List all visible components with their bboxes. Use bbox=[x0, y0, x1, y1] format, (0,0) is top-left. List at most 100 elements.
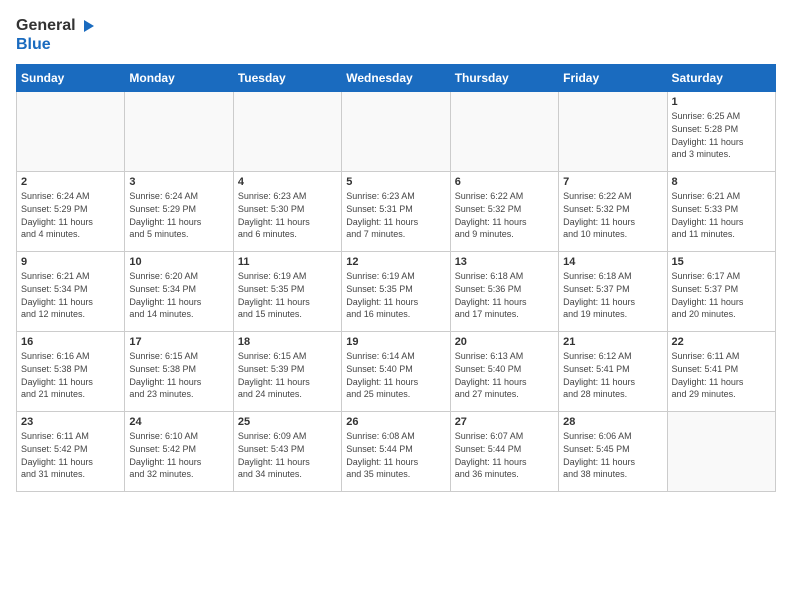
day-number: 2 bbox=[21, 176, 120, 188]
calendar-cell: 16 Sunrise: 6:16 AM Sunset: 5:38 PM Dayli… bbox=[17, 332, 125, 412]
day-header-thursday: Thursday bbox=[450, 65, 558, 92]
calendar-cell: 15Sunrise: 6:17 AM Sunset: 5:37 PM Dayli… bbox=[667, 252, 775, 332]
day-number: 8 bbox=[672, 176, 771, 188]
calendar-cell: 10 Sunrise: 6:20 AM Sunset: 5:34 PM Dayli… bbox=[125, 252, 233, 332]
calendar-cell: 25 Sunrise: 6:09 AM Sunset: 5:43 PM Dayli… bbox=[233, 412, 341, 492]
day-info: Sunrise: 6:14 AM Sunset: 5:40 PM Dayligh… bbox=[346, 350, 445, 400]
calendar-cell: 19 Sunrise: 6:14 AM Sunset: 5:40 PM Dayli… bbox=[342, 332, 450, 412]
day-number: 6 bbox=[455, 176, 554, 188]
day-info: Sunrise: 6:11 AM Sunset: 5:41 PM Dayligh… bbox=[672, 350, 771, 400]
day-number: 23 bbox=[21, 416, 120, 428]
day-info: Sunrise: 6:24 AM Sunset: 5:29 PM Dayligh… bbox=[129, 190, 228, 240]
calendar-cell bbox=[125, 92, 233, 172]
day-number: 14 bbox=[563, 256, 662, 268]
day-number: 13 bbox=[455, 256, 554, 268]
day-number: 24 bbox=[129, 416, 228, 428]
calendar-cell: 7 Sunrise: 6:22 AM Sunset: 5:32 PM Daylig… bbox=[559, 172, 667, 252]
day-info: Sunrise: 6:23 AM Sunset: 5:30 PM Dayligh… bbox=[238, 190, 337, 240]
day-number: 10 bbox=[129, 256, 228, 268]
day-number: 18 bbox=[238, 336, 337, 348]
calendar-cell: 17 Sunrise: 6:15 AM Sunset: 5:38 PM Dayli… bbox=[125, 332, 233, 412]
day-number: 28 bbox=[563, 416, 662, 428]
calendar-cell: 5 Sunrise: 6:23 AM Sunset: 5:31 PM Daylig… bbox=[342, 172, 450, 252]
day-header-tuesday: Tuesday bbox=[233, 65, 341, 92]
calendar-cell bbox=[450, 92, 558, 172]
day-info: Sunrise: 6:21 AM Sunset: 5:33 PM Dayligh… bbox=[672, 190, 771, 240]
day-info: Sunrise: 6:19 AM Sunset: 5:35 PM Dayligh… bbox=[238, 270, 337, 320]
calendar-cell: 23 Sunrise: 6:11 AM Sunset: 5:42 PM Dayli… bbox=[17, 412, 125, 492]
day-info: Sunrise: 6:15 AM Sunset: 5:38 PM Dayligh… bbox=[129, 350, 228, 400]
day-info: Sunrise: 6:18 AM Sunset: 5:36 PM Dayligh… bbox=[455, 270, 554, 320]
day-info: Sunrise: 6:20 AM Sunset: 5:34 PM Dayligh… bbox=[129, 270, 228, 320]
calendar-cell: 4Sunrise: 6:23 AM Sunset: 5:30 PM Daylig… bbox=[233, 172, 341, 252]
calendar-cell: 8 Sunrise: 6:21 AM Sunset: 5:33 PM Daylig… bbox=[667, 172, 775, 252]
day-info: Sunrise: 6:22 AM Sunset: 5:32 PM Dayligh… bbox=[455, 190, 554, 240]
logo-text: General Blue bbox=[16, 16, 96, 54]
day-number: 7 bbox=[563, 176, 662, 188]
day-number: 21 bbox=[563, 336, 662, 348]
calendar-cell: 27 Sunrise: 6:07 AM Sunset: 5:44 PM Dayli… bbox=[450, 412, 558, 492]
day-info: Sunrise: 6:19 AM Sunset: 5:35 PM Dayligh… bbox=[346, 270, 445, 320]
calendar-cell: 22 Sunrise: 6:11 AM Sunset: 5:41 PM Dayli… bbox=[667, 332, 775, 412]
day-header-wednesday: Wednesday bbox=[342, 65, 450, 92]
day-number: 16 bbox=[21, 336, 120, 348]
day-info: Sunrise: 6:07 AM Sunset: 5:44 PM Dayligh… bbox=[455, 430, 554, 480]
day-number: 27 bbox=[455, 416, 554, 428]
day-number: 1 bbox=[672, 96, 771, 108]
day-number: 25 bbox=[238, 416, 337, 428]
calendar-cell bbox=[559, 92, 667, 172]
day-info: Sunrise: 6:11 AM Sunset: 5:42 PM Dayligh… bbox=[21, 430, 120, 480]
logo-arrow-icon bbox=[78, 17, 96, 35]
day-number: 17 bbox=[129, 336, 228, 348]
day-number: 9 bbox=[21, 256, 120, 268]
calendar-week-row: 23 Sunrise: 6:11 AM Sunset: 5:42 PM Dayli… bbox=[17, 412, 776, 492]
day-number: 3 bbox=[129, 176, 228, 188]
page-header: General Blue bbox=[16, 16, 776, 54]
day-number: 19 bbox=[346, 336, 445, 348]
calendar-cell: 24 Sunrise: 6:10 AM Sunset: 5:42 PM Dayli… bbox=[125, 412, 233, 492]
day-header-monday: Monday bbox=[125, 65, 233, 92]
calendar-table: SundayMondayTuesdayWednesdayThursdayFrid… bbox=[16, 64, 776, 492]
calendar-cell bbox=[667, 412, 775, 492]
calendar-cell: 18 Sunrise: 6:15 AM Sunset: 5:39 PM Dayli… bbox=[233, 332, 341, 412]
calendar-cell: 14 Sunrise: 6:18 AM Sunset: 5:37 PM Dayli… bbox=[559, 252, 667, 332]
day-info: Sunrise: 6:09 AM Sunset: 5:43 PM Dayligh… bbox=[238, 430, 337, 480]
calendar-cell bbox=[17, 92, 125, 172]
calendar-cell: 11 Sunrise: 6:19 AM Sunset: 5:35 PM Dayli… bbox=[233, 252, 341, 332]
day-header-sunday: Sunday bbox=[17, 65, 125, 92]
calendar-cell: 3 Sunrise: 6:24 AM Sunset: 5:29 PM Daylig… bbox=[125, 172, 233, 252]
calendar-cell: 2 Sunrise: 6:24 AM Sunset: 5:29 PM Daylig… bbox=[17, 172, 125, 252]
calendar-cell: 6 Sunrise: 6:22 AM Sunset: 5:32 PM Daylig… bbox=[450, 172, 558, 252]
day-info: Sunrise: 6:16 AM Sunset: 5:38 PM Dayligh… bbox=[21, 350, 120, 400]
day-info: Sunrise: 6:12 AM Sunset: 5:41 PM Dayligh… bbox=[563, 350, 662, 400]
day-info: Sunrise: 6:13 AM Sunset: 5:40 PM Dayligh… bbox=[455, 350, 554, 400]
day-info: Sunrise: 6:22 AM Sunset: 5:32 PM Dayligh… bbox=[563, 190, 662, 240]
calendar-header-row: SundayMondayTuesdayWednesdayThursdayFrid… bbox=[17, 65, 776, 92]
calendar-cell: 26 Sunrise: 6:08 AM Sunset: 5:44 PM Dayli… bbox=[342, 412, 450, 492]
day-number: 22 bbox=[672, 336, 771, 348]
calendar-cell bbox=[342, 92, 450, 172]
day-header-saturday: Saturday bbox=[667, 65, 775, 92]
calendar-week-row: 1 Sunrise: 6:25 AM Sunset: 5:28 PM Daylig… bbox=[17, 92, 776, 172]
day-info: Sunrise: 6:18 AM Sunset: 5:37 PM Dayligh… bbox=[563, 270, 662, 320]
day-info: Sunrise: 6:24 AM Sunset: 5:29 PM Dayligh… bbox=[21, 190, 120, 240]
day-info: Sunrise: 6:15 AM Sunset: 5:39 PM Dayligh… bbox=[238, 350, 337, 400]
day-header-friday: Friday bbox=[559, 65, 667, 92]
day-number: 12 bbox=[346, 256, 445, 268]
logo: General Blue bbox=[16, 16, 96, 54]
day-info: Sunrise: 6:06 AM Sunset: 5:45 PM Dayligh… bbox=[563, 430, 662, 480]
calendar-cell: 9Sunrise: 6:21 AM Sunset: 5:34 PM Daylig… bbox=[17, 252, 125, 332]
day-number: 26 bbox=[346, 416, 445, 428]
calendar-week-row: 16 Sunrise: 6:16 AM Sunset: 5:38 PM Dayli… bbox=[17, 332, 776, 412]
calendar-cell: 12 Sunrise: 6:19 AM Sunset: 5:35 PM Dayli… bbox=[342, 252, 450, 332]
calendar-cell: 28 Sunrise: 6:06 AM Sunset: 5:45 PM Dayli… bbox=[559, 412, 667, 492]
day-info: Sunrise: 6:10 AM Sunset: 5:42 PM Dayligh… bbox=[129, 430, 228, 480]
day-number: 20 bbox=[455, 336, 554, 348]
day-number: 11 bbox=[238, 256, 337, 268]
day-info: Sunrise: 6:23 AM Sunset: 5:31 PM Dayligh… bbox=[346, 190, 445, 240]
day-info: Sunrise: 6:08 AM Sunset: 5:44 PM Dayligh… bbox=[346, 430, 445, 480]
calendar-cell bbox=[233, 92, 341, 172]
day-number: 15 bbox=[672, 256, 771, 268]
day-info: Sunrise: 6:25 AM Sunset: 5:28 PM Dayligh… bbox=[672, 110, 771, 160]
day-number: 5 bbox=[346, 176, 445, 188]
